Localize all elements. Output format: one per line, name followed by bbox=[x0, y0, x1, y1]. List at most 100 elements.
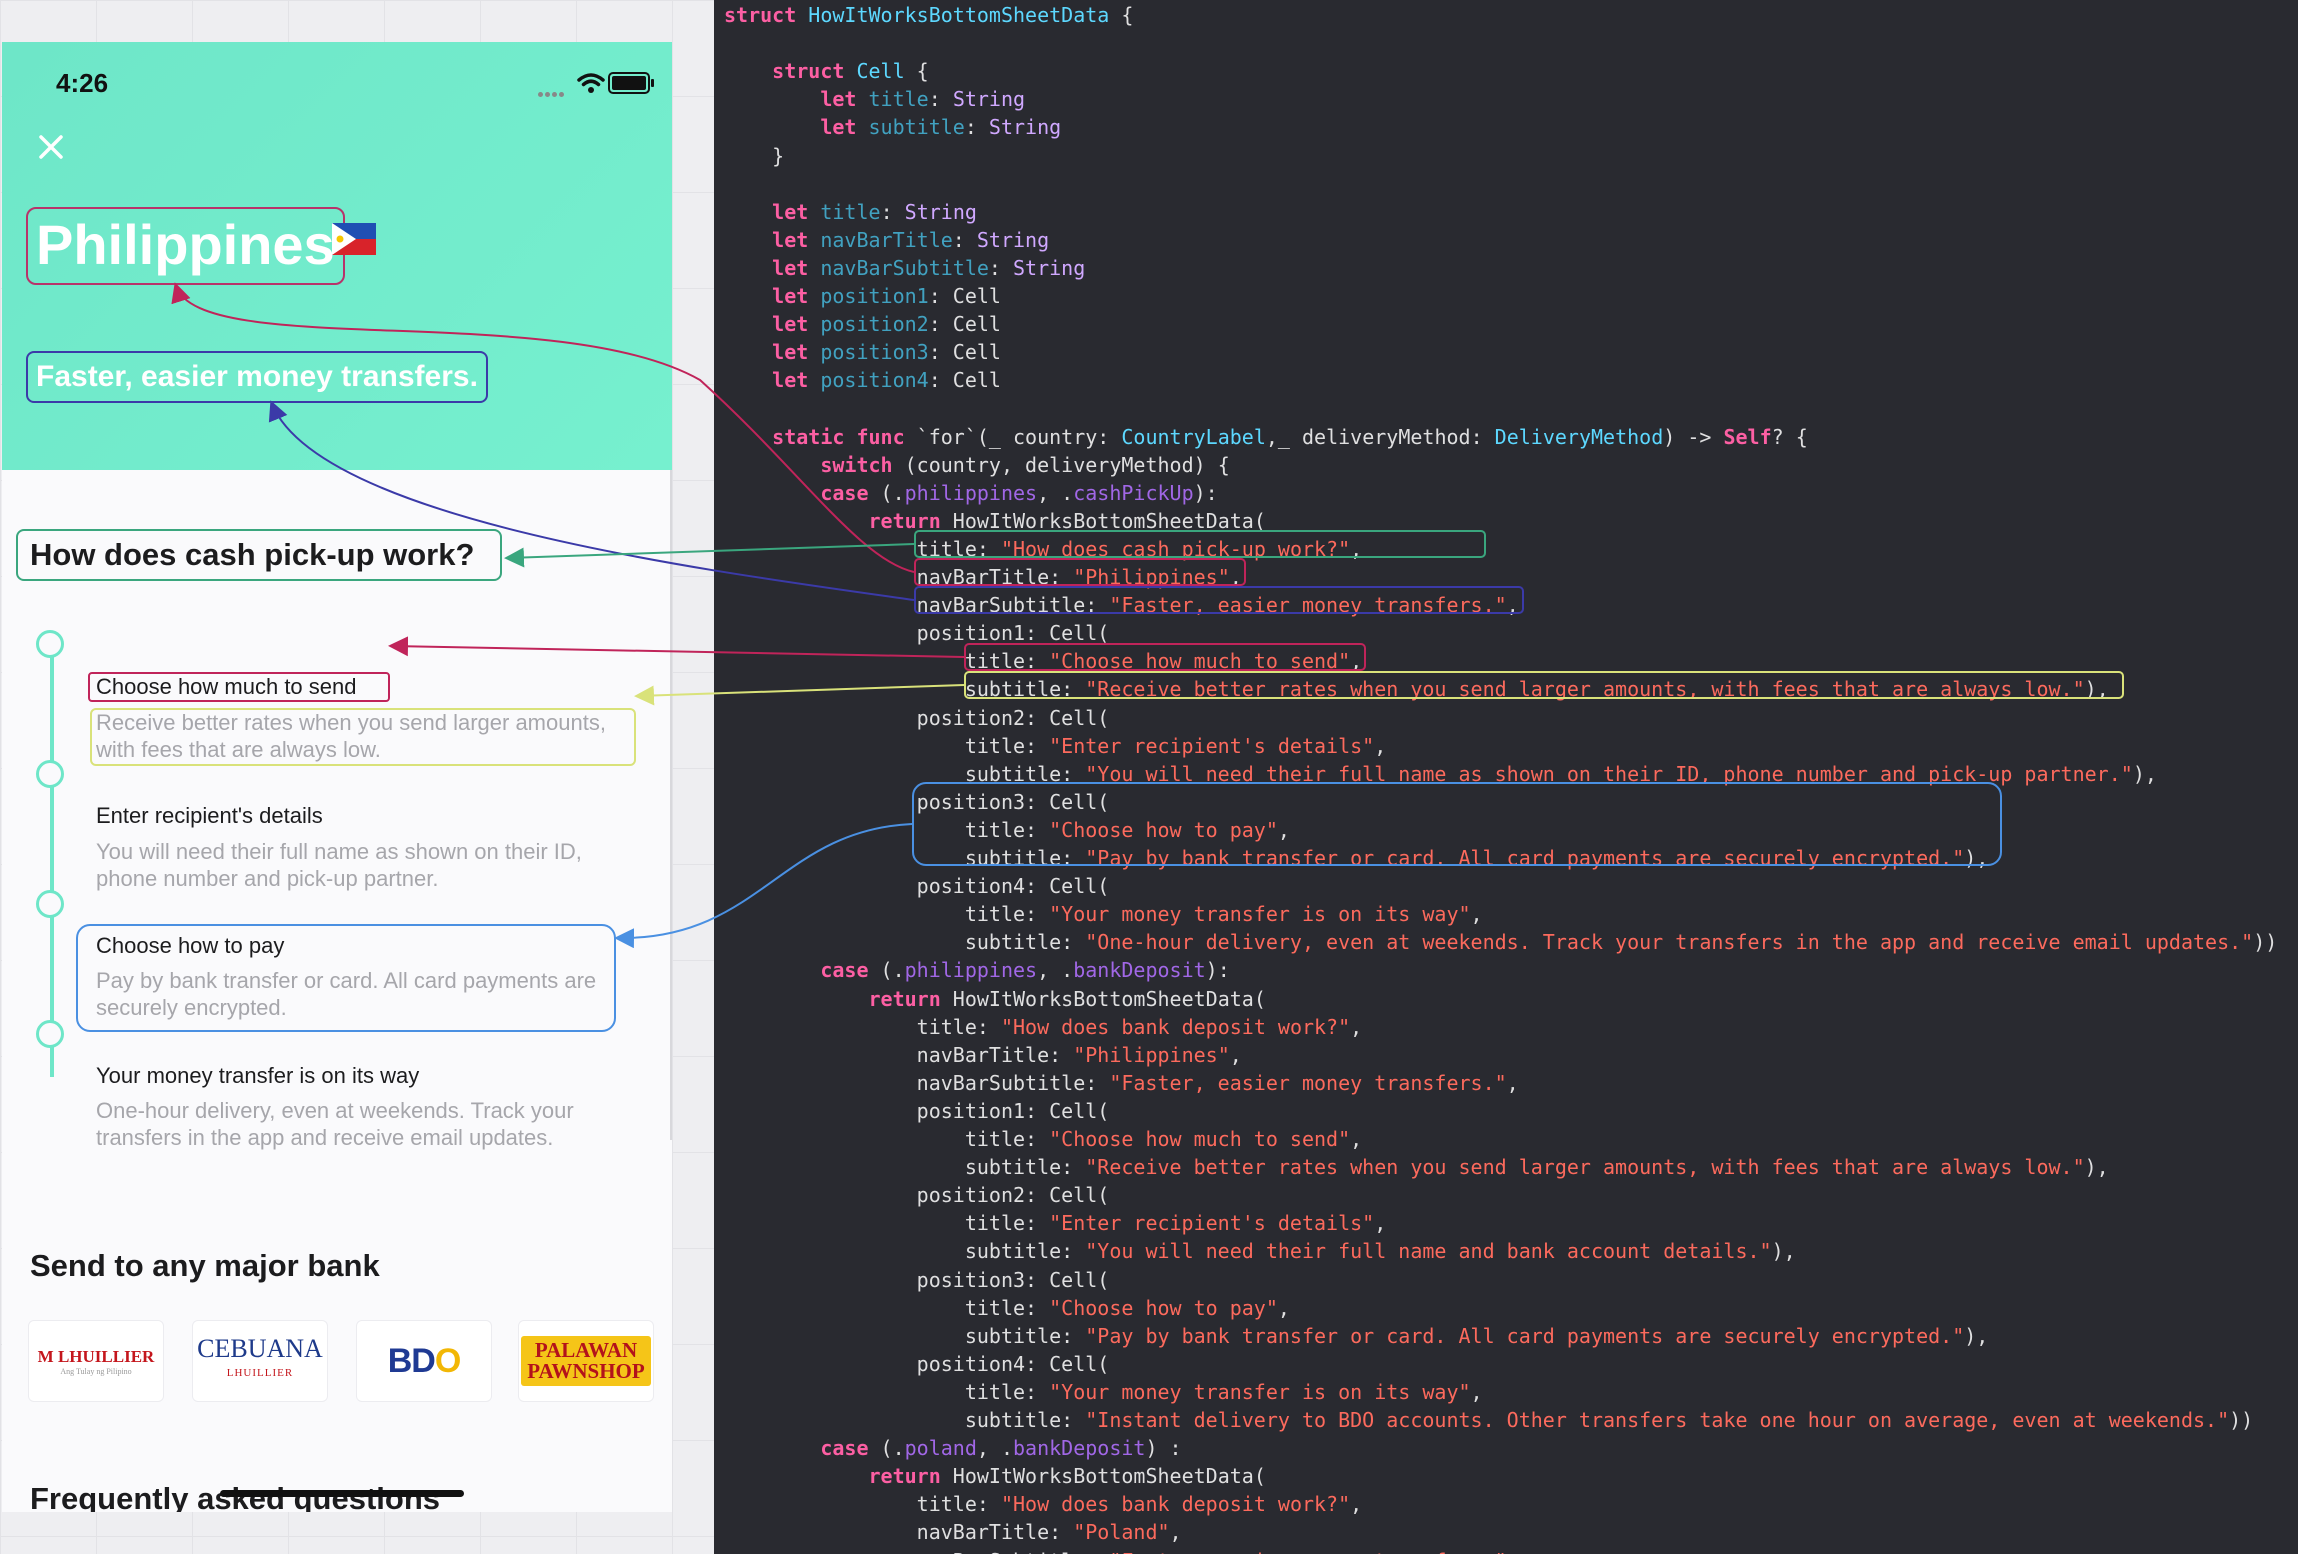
code-token: return bbox=[868, 1464, 953, 1489]
code-token: "Enter recipient's details" bbox=[1049, 733, 1375, 758]
code-token: position3: Cell( bbox=[724, 1267, 1110, 1292]
timeline-dot bbox=[36, 890, 64, 918]
code-token: position3 bbox=[820, 340, 929, 365]
bank-logo-bdo[interactable]: BDO bbox=[356, 1320, 492, 1402]
code-token: ), bbox=[2132, 761, 2157, 786]
code-token: HowItWorksBottomSheetData( bbox=[952, 1464, 1266, 1489]
code-token: let bbox=[772, 312, 821, 337]
code-token: position1 bbox=[820, 284, 929, 308]
annotation-code-step1-subtitle bbox=[964, 671, 2124, 699]
bank-tagline: Ang Tulay ng Pilipino bbox=[60, 1366, 132, 1376]
timeline-dot bbox=[36, 760, 64, 788]
code-token: )) bbox=[2253, 930, 2278, 955]
step-subtitle: One-hour delivery, even at weekends. Tra… bbox=[96, 1098, 574, 1150]
code-line: title: "Your money transfer is on its wa… bbox=[724, 1378, 1483, 1406]
code-line: navBarTitle: "Philippines", bbox=[724, 1041, 1242, 1069]
close-icon[interactable] bbox=[34, 130, 68, 164]
code-token: (. bbox=[880, 958, 905, 983]
code-token: position4: Cell( bbox=[724, 1351, 1110, 1376]
code-token: )) bbox=[2229, 1408, 2254, 1432]
code-token: "Philippines" bbox=[1073, 1042, 1230, 1067]
code-token: String bbox=[952, 87, 1026, 112]
code-token: "Faster, easier money transfers." bbox=[1109, 1070, 1507, 1095]
code-token: navBarSubtitle: bbox=[724, 1070, 1110, 1095]
code-token: let bbox=[772, 255, 821, 280]
battery-icon bbox=[608, 72, 654, 94]
code-editor: navBarSubtitle: "Faster, easier money tr… bbox=[714, 0, 2298, 1554]
code-token: subtitle: bbox=[724, 1155, 1086, 1180]
code-token: , . bbox=[1037, 958, 1074, 983]
timeline-rail bbox=[50, 647, 54, 1077]
code-line: position4: Cell( bbox=[724, 872, 1110, 900]
code-token: position2: Cell( bbox=[724, 1183, 1110, 1208]
code-line: let title: String bbox=[724, 85, 1025, 113]
code-token: "Poland" bbox=[1073, 1520, 1170, 1545]
code-line: static func `for`(_ country: CountryLabe… bbox=[724, 423, 1808, 451]
code-token: return bbox=[868, 986, 953, 1011]
code-token: let bbox=[820, 115, 869, 140]
code-token: title: bbox=[724, 1014, 1001, 1039]
code-token: title: bbox=[724, 902, 1050, 927]
code-token: : Cell bbox=[928, 284, 1001, 308]
code-line: title: "Enter recipient's details", bbox=[724, 732, 1386, 760]
code-token: DeliveryMethod bbox=[1494, 424, 1664, 449]
code-line: switch (country, deliveryMethod) { bbox=[724, 451, 1229, 479]
code-line: navBarSubtitle: "Faster, easier money tr… bbox=[724, 1547, 1519, 1554]
bank-name-suffix: O bbox=[434, 1341, 461, 1380]
how-it-works-title: How does cash pick-up work? bbox=[16, 529, 502, 581]
bank-logo-mlhuillier[interactable]: M LHUILLIER Ang Tulay ng Pilipino bbox=[28, 1320, 164, 1402]
code-token: "Enter recipient's details" bbox=[1049, 1211, 1375, 1236]
code-token: title bbox=[820, 199, 881, 224]
status-time: 4:26 bbox=[56, 68, 109, 98]
code-token: "Receive better rates when you send larg… bbox=[1085, 1155, 2085, 1180]
code-line: let subtitle: String bbox=[724, 113, 1061, 141]
code-token: (. bbox=[880, 1436, 905, 1461]
code-token: , bbox=[1374, 1211, 1387, 1236]
code-line: let position3: Cell bbox=[724, 338, 1001, 366]
code-line: title: "How does bank deposit work?", bbox=[724, 1490, 1363, 1518]
code-token: HowItWorksBottomSheetData bbox=[808, 3, 1110, 27]
cellular-signal-icon bbox=[538, 84, 566, 102]
code-token: "Instant delivery to BDO accounts. Other… bbox=[1085, 1408, 2230, 1432]
code-token: , bbox=[1350, 1492, 1363, 1517]
code-token: , bbox=[1374, 733, 1387, 758]
code-line: let navBarSubtitle: String bbox=[724, 254, 1085, 282]
code-line: case (.philippines, .bankDeposit): bbox=[724, 956, 1229, 984]
code-line: struct HowItWorksBottomSheetData { bbox=[724, 1, 1133, 29]
code-token: struct bbox=[772, 59, 857, 84]
bank-name: CEBUANA bbox=[197, 1334, 323, 1363]
code-token: { bbox=[1109, 3, 1134, 27]
bank-name: PALAWAN bbox=[534, 1338, 638, 1362]
annotation-code-step1-title bbox=[964, 643, 1366, 671]
bank-tagline: LHUILLIER bbox=[226, 1367, 294, 1379]
bank-logo-cebuana[interactable]: CEBUANA LHUILLIER bbox=[192, 1320, 328, 1402]
code-token: subtitle: bbox=[724, 1408, 1086, 1432]
code-token: ), bbox=[1771, 1239, 1796, 1264]
code-token: cashPickUp bbox=[1073, 480, 1194, 505]
code-token: let bbox=[772, 284, 821, 308]
annotation-box-step3 bbox=[76, 924, 616, 1032]
bank-logo-palawan[interactable]: PALAWAN PAWNSHOP bbox=[518, 1320, 654, 1402]
code-token: , bbox=[1350, 1014, 1363, 1039]
code-line: case (.philippines, .cashPickUp): bbox=[724, 479, 1217, 507]
code-token: CountryLabel bbox=[1121, 424, 1266, 449]
code-token: navBarSubtitle: bbox=[724, 1549, 1109, 1554]
code-token: ? { bbox=[1771, 424, 1808, 449]
code-token: "Faster, easier money transfers." bbox=[1109, 1549, 1506, 1554]
code-token: let bbox=[772, 368, 821, 393]
code-token: (. bbox=[880, 480, 905, 505]
code-token: : bbox=[988, 255, 1014, 280]
code-token: , bbox=[1470, 902, 1483, 927]
annotation-code-title bbox=[914, 530, 1486, 558]
code-token: HowItWorksBottomSheetData( bbox=[952, 986, 1266, 1011]
code-token: Cell bbox=[856, 59, 905, 84]
